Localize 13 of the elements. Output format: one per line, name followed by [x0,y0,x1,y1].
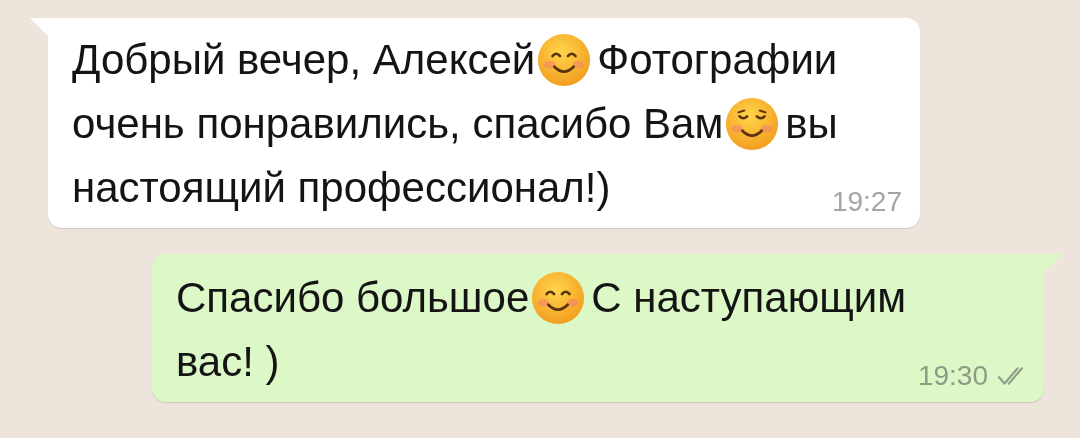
message-text: Спасибо большое [176,273,530,323]
blushing-face-icon [725,97,780,151]
message-time: 19:30 [917,360,988,392]
smiling-face-icon [537,33,592,87]
message-text: очень понравились, спасибо Вам [72,99,724,149]
message-text: Добрый вечер, Алексей [72,35,536,85]
smiling-face-icon [531,271,586,325]
message-text: вас! ) [176,337,280,387]
message-text: Фотографии [597,35,838,85]
message-text: С наступающим [591,273,907,323]
message-text: настоящий профессионал!) [72,163,611,213]
message-time: 19:27 [831,186,902,218]
message-text: вы [785,99,838,149]
